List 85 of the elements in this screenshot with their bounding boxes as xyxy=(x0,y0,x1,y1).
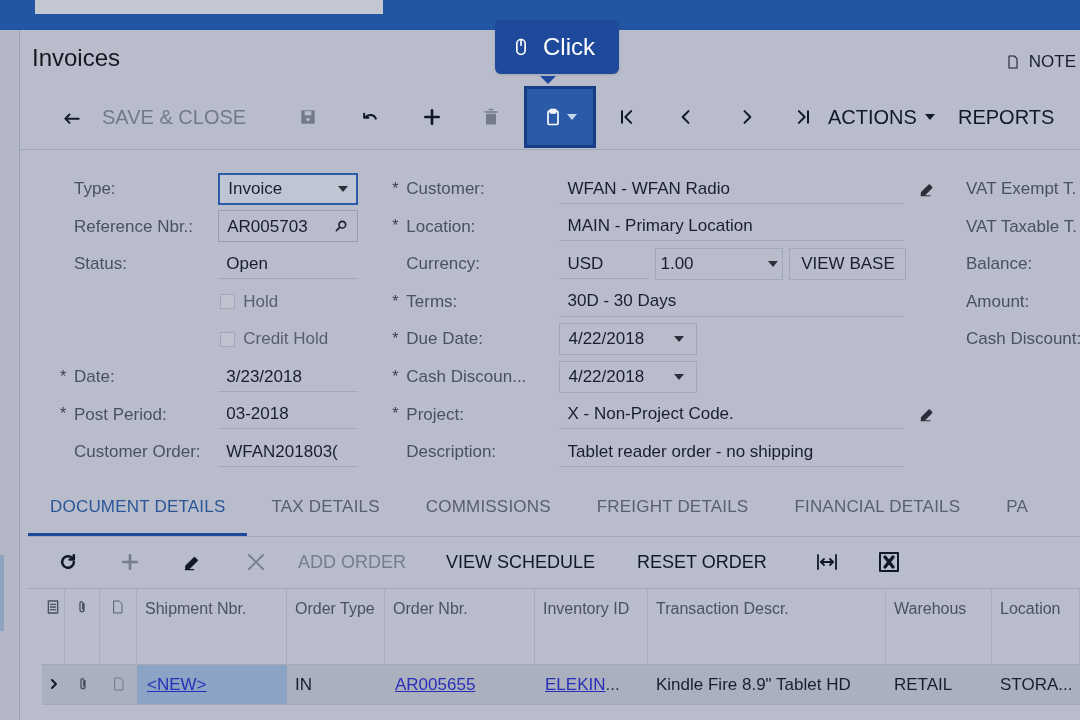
required-mark: * xyxy=(392,178,399,199)
field-label: Customer: xyxy=(406,178,485,201)
grid-toolbar-button[interactable]: VIEW SCHEDULE xyxy=(446,548,637,576)
caret-icon xyxy=(674,373,685,380)
checkbox[interactable] xyxy=(220,294,236,310)
field-value[interactable]: Open xyxy=(218,249,359,279)
search-field[interactable] xyxy=(35,0,383,14)
required-mark: * xyxy=(392,291,399,312)
view-base-button[interactable]: VIEW BASE xyxy=(789,248,907,280)
required-mark: * xyxy=(60,366,67,387)
field-label: Terms: xyxy=(406,290,458,313)
checkbox[interactable] xyxy=(220,331,236,347)
files-icon xyxy=(45,598,61,615)
tab[interactable]: DOCUMENT DETAILS xyxy=(28,480,248,536)
field-value[interactable]: WFAN201803( xyxy=(218,436,359,467)
required-mark: * xyxy=(392,404,399,425)
table-cell-text: RETAIL xyxy=(893,673,954,696)
checkbox-label: Hold xyxy=(243,290,279,313)
date-picker[interactable]: 4/22/2018 xyxy=(559,323,698,356)
grid-toolbar-button[interactable]: RESET ORDER xyxy=(637,548,807,576)
required-mark: * xyxy=(392,216,399,237)
caret-icon xyxy=(567,114,577,120)
required-mark: * xyxy=(60,404,67,425)
column-header[interactable]: Location xyxy=(1000,598,1071,619)
field-value[interactable]: 03-2018 xyxy=(218,399,359,430)
field-label: Balance: xyxy=(966,253,1033,276)
field-value[interactable]: 30D - 30 Days xyxy=(559,286,905,317)
table-cell-text: STORA... xyxy=(999,673,1074,696)
caret-icon xyxy=(338,185,349,192)
checkbox-label: Credit Hold xyxy=(243,328,329,351)
field-label: VAT Taxable T. xyxy=(966,215,1077,238)
field-label: Cash Discoun... xyxy=(406,366,527,388)
field-value[interactable]: X - Non-Project Code. xyxy=(559,399,905,430)
field-label: Type: xyxy=(74,178,116,201)
field-label: Description: xyxy=(406,441,497,464)
type-dropdown[interactable]: Invoice xyxy=(218,172,359,205)
field-value[interactable]: MAIN - Primary Location xyxy=(559,211,905,242)
field-label: Amount: xyxy=(966,290,1030,313)
currency-field[interactable]: USD xyxy=(559,249,650,279)
document-icon xyxy=(110,598,126,615)
field-label: Customer Order: xyxy=(74,441,201,464)
caret-icon xyxy=(924,114,935,120)
column-header[interactable]: Shipment Nbr. xyxy=(145,598,278,619)
paste-dropdown-button[interactable] xyxy=(524,86,596,148)
caret-icon xyxy=(768,261,779,267)
field-label: Currency: xyxy=(406,253,480,276)
field-label: Reference Nbr.: xyxy=(74,215,194,238)
column-header[interactable]: Order Nbr. xyxy=(393,598,526,619)
field-value[interactable]: WFAN - WFAN Radio xyxy=(559,173,905,204)
notes-button[interactable]: NOTE xyxy=(1004,40,1076,75)
tab[interactable]: COMMISSIONS xyxy=(403,480,573,536)
required-mark: * xyxy=(392,366,399,387)
field-label: Post Period: xyxy=(74,403,167,426)
caret-icon xyxy=(674,336,685,343)
field-label: Cash Discount: xyxy=(966,328,1080,351)
reference-lookup-field[interactable]: AR005703 xyxy=(218,210,359,243)
column-header[interactable]: Transaction Descr. xyxy=(656,598,877,619)
tooltip-text: Click xyxy=(543,32,595,62)
actions-menu-button[interactable]: ACTIONS xyxy=(828,102,958,132)
plus-icon xyxy=(120,552,140,573)
date-picker[interactable]: 4/22/2018 xyxy=(559,360,698,393)
field-label: Date: xyxy=(74,366,115,388)
rate-dropdown[interactable]: 1.00 xyxy=(655,248,784,280)
plus-icon xyxy=(422,107,442,127)
column-header[interactable]: Inventory ID xyxy=(543,598,639,619)
field-value[interactable]: Tablet reader order - no shipping xyxy=(559,436,905,467)
excel-icon xyxy=(877,550,901,575)
table-cell-text: Kindle Fire 8.9" Tablet HD xyxy=(655,673,852,696)
field-label: VAT Exempt T. xyxy=(966,178,1077,201)
field-label: Location: xyxy=(406,215,476,238)
column-header[interactable]: Warehous xyxy=(894,598,983,619)
required-mark: * xyxy=(392,329,399,350)
tooltip-pointer xyxy=(540,76,556,84)
link-cell[interactable]: ELEKIN... xyxy=(535,664,648,704)
link-cell[interactable]: <NEW> xyxy=(137,664,287,704)
field-value[interactable]: 3/23/2018 xyxy=(218,361,359,392)
toolbar-button[interactable]: REPORTS xyxy=(958,102,1058,132)
field-label: Status: xyxy=(74,253,127,276)
table-cell-text: IN xyxy=(294,673,313,696)
link-cell[interactable]: AR005655 xyxy=(385,664,535,704)
page-title: Invoices xyxy=(32,42,121,73)
field-label: Project: xyxy=(406,403,464,426)
column-header[interactable]: Order Type xyxy=(295,598,376,619)
save-icon xyxy=(298,107,318,127)
field-label: Due Date: xyxy=(406,328,483,351)
